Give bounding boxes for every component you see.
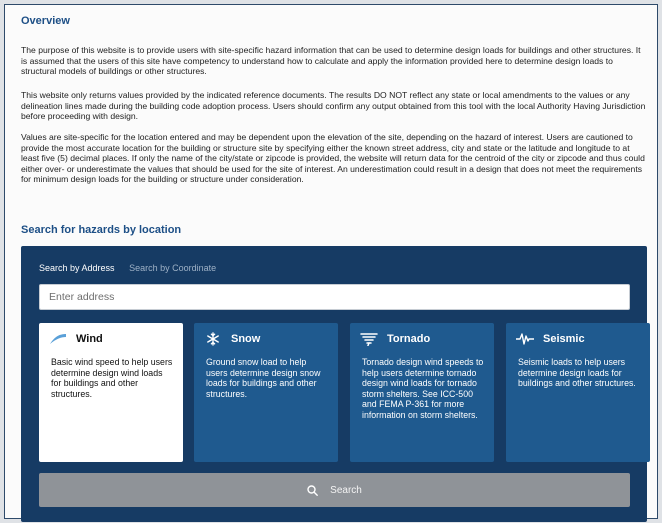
search-section-title: Search for hazards by location (21, 224, 182, 236)
hazard-name-seismic: Seismic (543, 333, 585, 345)
hazard-name-wind: Wind (76, 333, 103, 345)
search-icon (307, 484, 319, 496)
hazard-search-panel: Search by Address Search by Coordinate W… (21, 246, 650, 522)
hazard-description-seismic: Seismic loads to help users determine de… (518, 357, 636, 389)
hazard-name-tornado: Tornado (387, 333, 431, 345)
hazard-card-wind[interactable]: Wind Basic wind speed to help users dete… (39, 323, 183, 462)
tab-search-by-address[interactable]: Search by Address (39, 263, 115, 273)
wind-icon (49, 332, 67, 346)
hazard-description-tornado: Tornado design wind speeds to help users… (362, 357, 484, 420)
snowflake-icon (204, 332, 222, 346)
search-tabs: Search by Address Search by Coordinate (39, 263, 216, 273)
overview-title: Overview (21, 15, 70, 27)
search-button-label: Search (330, 484, 362, 496)
page-frame: Overview The purpose of this website is … (4, 4, 658, 522)
address-input[interactable] (39, 284, 630, 310)
tab-search-by-coordinate[interactable]: Search by Coordinate (129, 263, 216, 273)
hazard-name-snow: Snow (231, 333, 261, 345)
hazard-description-wind: Basic wind speed to help users determine… (51, 357, 173, 399)
search-button[interactable]: Search (39, 473, 630, 507)
hazard-card-seismic[interactable]: Seismic Seismic loads to help users dete… (506, 323, 650, 462)
hazard-card-snow[interactable]: Snow Ground snow load to help users dete… (194, 323, 338, 462)
hazard-description-snow: Ground snow load to help users determine… (206, 357, 321, 399)
overview-paragraph-disclaimer: This website only returns values provide… (21, 90, 646, 122)
overview-paragraph-purpose: The purpose of this website is to provid… (21, 45, 641, 77)
tornado-icon (360, 332, 378, 346)
seismic-icon (516, 332, 534, 346)
overview-paragraph-location-caution: Values are site-specific for the locatio… (21, 132, 645, 185)
hazard-card-tornado[interactable]: Tornado Tornado design wind speeds to he… (350, 323, 494, 462)
